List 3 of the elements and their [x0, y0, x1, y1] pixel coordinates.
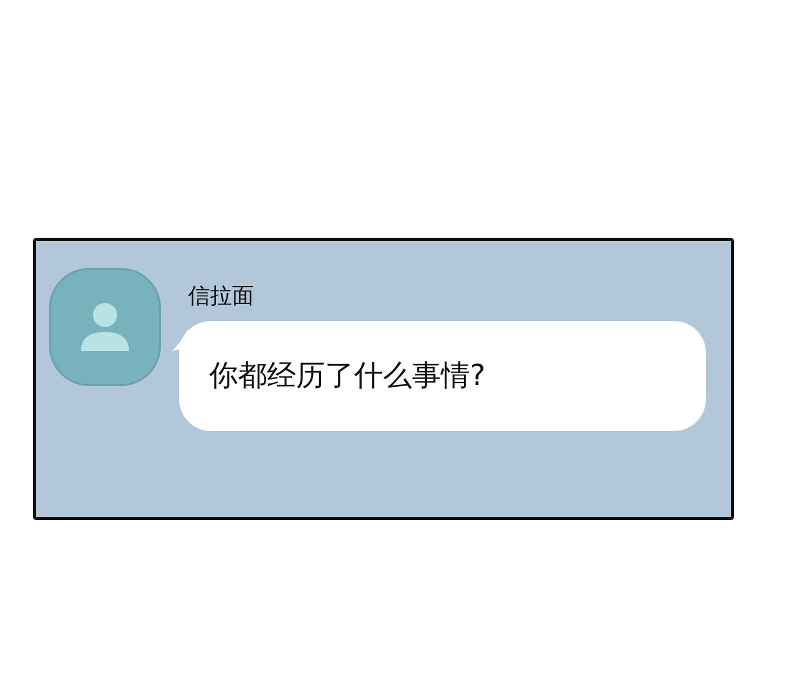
- person-icon: [80, 301, 130, 353]
- message-text: 你都经历了什么事情?: [209, 357, 486, 394]
- sender-name: 信拉面: [188, 283, 255, 311]
